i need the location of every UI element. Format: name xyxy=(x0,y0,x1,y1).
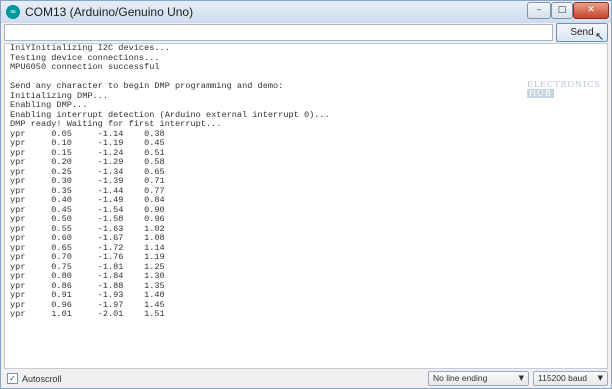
line-ending-value: No line ending xyxy=(433,373,488,383)
watermark-tag: HUB xyxy=(527,89,554,98)
autoscroll-checkbox[interactable]: ✓ xyxy=(7,373,18,384)
arduino-icon: ∞ xyxy=(6,5,20,19)
status-bar: ✓ Autoscroll No line ending ▼ 115200 bau… xyxy=(1,370,611,388)
mouse-cursor-icon: ↖ xyxy=(595,30,605,43)
autoscroll-label: Autoscroll xyxy=(22,373,62,384)
watermark-text: ELECTRONICS xyxy=(527,80,601,89)
close-button[interactable]: ✕ xyxy=(573,2,609,19)
chevron-down-icon: ▼ xyxy=(518,374,524,382)
baud-rate-select[interactable]: 115200 baud ▼ xyxy=(533,371,608,386)
output-line: MPU6050 connection successful xyxy=(10,62,160,72)
minimize-button[interactable]: – xyxy=(527,2,551,19)
baud-rate-value: 115200 baud xyxy=(538,373,588,383)
output-text: IniYInitializing I2C devices... Testing d… xyxy=(10,44,330,320)
send-input[interactable] xyxy=(4,24,553,41)
line-ending-select[interactable]: No line ending ▼ xyxy=(428,371,529,386)
autoscroll-toggle[interactable]: ✓ Autoscroll xyxy=(7,373,62,384)
output-line: ypr 1.01 -2.01 1.51 xyxy=(10,309,165,319)
window-title: COM13 (Arduino/Genuino Uno) xyxy=(25,5,194,19)
serial-output[interactable]: IniYInitializing I2C devices... Testing d… xyxy=(4,43,608,369)
serial-monitor-window: ∞ COM13 (Arduino/Genuino Uno) – □ ✕ Send… xyxy=(0,0,612,389)
watermark: ELECTRONICS HUB xyxy=(527,80,607,98)
chevron-down-icon: ▼ xyxy=(597,374,603,382)
maximize-button[interactable]: □ xyxy=(551,2,573,19)
title-bar[interactable]: ∞ COM13 (Arduino/Genuino Uno) – □ ✕ xyxy=(1,1,611,23)
